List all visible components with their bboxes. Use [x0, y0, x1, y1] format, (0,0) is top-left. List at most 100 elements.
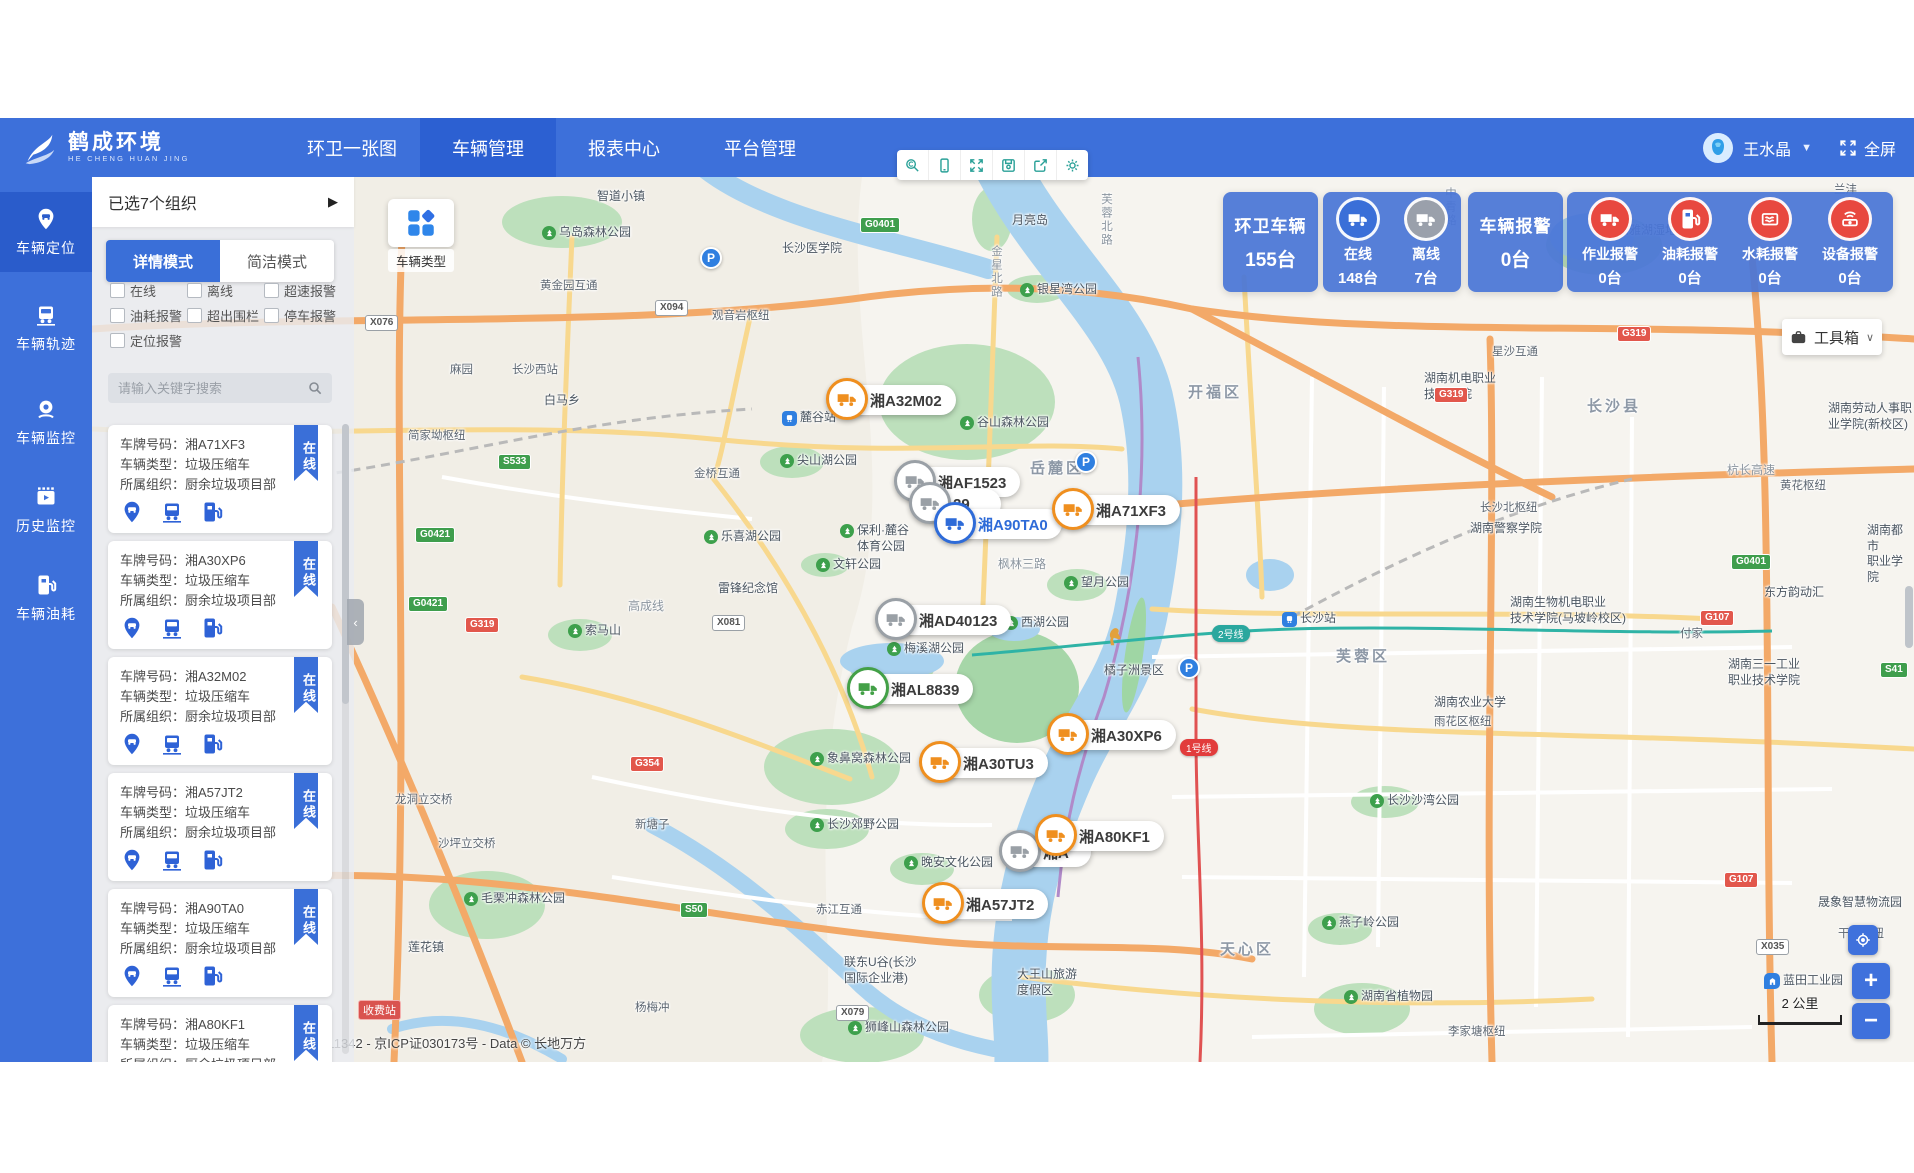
- locate-vehicle-button[interactable]: [120, 848, 144, 872]
- stat-alarm-0: 作业报警 0台: [1574, 197, 1646, 288]
- vehicle-card-4[interactable]: 车牌号码：湘A90TA0 车辆类型：垃圾压缩车 所属组织：厨余垃圾项目部 在线: [108, 889, 332, 997]
- road-shield: G0421: [415, 527, 455, 543]
- water-alarm-icon: [1748, 197, 1792, 241]
- vehicle-card-3[interactable]: 车牌号码：湘A57JT2 车辆类型：垃圾压缩车 所属组织：厨余垃圾项目部 在线: [108, 773, 332, 881]
- sidebar-item-2[interactable]: 车辆监控: [0, 382, 92, 462]
- truck-marker-icon: [826, 378, 868, 420]
- nav-item-0[interactable]: 环卫一张图: [284, 118, 420, 177]
- page-scrollbar-thumb[interactable]: [1905, 586, 1913, 648]
- sidebar-item-3[interactable]: 历史监控: [0, 470, 92, 550]
- track-vehicle-button[interactable]: [160, 616, 184, 640]
- filter-checkbox-4[interactable]: 超出围栏: [187, 306, 259, 325]
- vehicle-marker[interactable]: 湘A71XF3: [1058, 495, 1180, 525]
- park-icon: [960, 416, 974, 430]
- checkbox-icon[interactable]: [110, 283, 125, 298]
- filter-checkbox-5[interactable]: 停车报警: [264, 306, 336, 325]
- map-tool-save[interactable]: [993, 150, 1025, 180]
- vehicle-type-button[interactable]: 车辆类型: [388, 199, 454, 272]
- map-canvas[interactable]: 智道小镇乌岛森林公园长沙医学院月亮岛黄金园互通观音岩枢纽银星湾公园松雅湖湿地公园…: [92, 177, 1914, 1062]
- zoom-out-button[interactable]: −: [1852, 1003, 1890, 1039]
- vehicle-marker[interactable]: 湘A57JT2: [928, 889, 1048, 919]
- map-tool-share[interactable]: [1025, 150, 1057, 180]
- track-icon: [34, 303, 58, 327]
- locate-vehicle-button[interactable]: [120, 964, 144, 988]
- sidebar-item-0[interactable]: 车辆定位: [0, 192, 92, 272]
- fuel-icon: [34, 573, 58, 597]
- map-tool-magnifier[interactable]: [897, 150, 929, 180]
- filter-checkbox-6[interactable]: 定位报警: [110, 331, 182, 350]
- vehicle-marker[interactable]: 湘A32M02: [832, 385, 956, 415]
- user-name[interactable]: 王水晶: [1743, 136, 1791, 160]
- map-label: 湖南三一工业 职业技术学院: [1728, 657, 1800, 688]
- vehicle-marker[interactable]: 湘AD40123: [881, 605, 1011, 635]
- map-label: 望月公园: [1064, 575, 1129, 591]
- checkbox-icon[interactable]: [264, 283, 279, 298]
- vehicle-card-1[interactable]: 车牌号码：湘A30XP6 车辆类型：垃圾压缩车 所属组织：厨余垃圾项目部 在线: [108, 541, 332, 649]
- checkbox-icon[interactable]: [110, 308, 125, 323]
- checkbox-icon[interactable]: [110, 333, 125, 348]
- track-vehicle-button[interactable]: [160, 500, 184, 524]
- toolbox-button[interactable]: 工具箱 ∨: [1782, 319, 1882, 355]
- map-label: 观音岩枢纽: [712, 309, 770, 324]
- nav-item-1[interactable]: 车辆管理: [420, 118, 556, 177]
- fuel-vehicle-button[interactable]: [200, 732, 224, 756]
- zoom-in-button[interactable]: +: [1852, 963, 1890, 999]
- search-input[interactable]: [108, 381, 307, 396]
- vehicle-card-2[interactable]: 车牌号码：湘A32M02 车辆类型：垃圾压缩车 所属组织：厨余垃圾项目部 在线: [108, 657, 332, 765]
- vehicle-marker[interactable]: 湘A30TU3: [925, 748, 1048, 778]
- mode-tab-1[interactable]: 简洁模式: [220, 240, 334, 282]
- map-label: 乐喜湖公园: [704, 529, 781, 545]
- list-scrollbar: [342, 424, 349, 1054]
- park-icon: [1322, 916, 1336, 930]
- fuel-vehicle-button[interactable]: [200, 500, 224, 524]
- fuel-vehicle-button[interactable]: [200, 964, 224, 988]
- vehicle-card-0[interactable]: 车牌号码：湘A71XF3 车辆类型：垃圾压缩车 所属组织：厨余垃圾项目部 在线: [108, 425, 332, 533]
- mode-tab-0[interactable]: 详情模式: [106, 240, 220, 282]
- filter-checkbox-3[interactable]: 油耗报警: [110, 306, 182, 325]
- map-label: 湖南都市 职业学院: [1867, 523, 1914, 585]
- sidebar-item-1[interactable]: 车辆轨迹: [0, 288, 92, 368]
- map-tool-expand[interactable]: [961, 150, 993, 180]
- share-icon: [1032, 157, 1049, 174]
- vehicle-marker[interactable]: 湘A30XP6: [1053, 720, 1176, 750]
- map-tool-tablet[interactable]: [929, 150, 961, 180]
- nav-item-3[interactable]: 平台管理: [692, 118, 828, 177]
- fullscreen-button[interactable]: 全屏: [1838, 136, 1896, 160]
- track-vehicle-button[interactable]: [160, 848, 184, 872]
- fuel-vehicle-button[interactable]: [200, 616, 224, 640]
- video-icon: [34, 485, 58, 509]
- vehicle-marker[interactable]: 湘A80KF1: [1041, 821, 1164, 851]
- checkbox-icon[interactable]: [264, 308, 279, 323]
- map-label: 毛栗冲森林公园: [464, 891, 565, 907]
- road-shield: X079: [836, 1005, 869, 1021]
- park-icon: [904, 856, 918, 870]
- gear-icon: [1064, 157, 1081, 174]
- locate-vehicle-button[interactable]: [120, 500, 144, 524]
- locate-vehicle-button[interactable]: [120, 616, 144, 640]
- filter-checkbox-1[interactable]: 离线: [187, 281, 233, 300]
- vehicle-marker[interactable]: 湘A90TA0: [940, 509, 1062, 539]
- track-vehicle-button[interactable]: [160, 964, 184, 988]
- search-icon[interactable]: [307, 380, 323, 396]
- list-scrollbar-thumb[interactable]: [342, 424, 349, 704]
- vehicle-marker[interactable]: 湘AL8839: [853, 674, 973, 704]
- filter-checkbox-2[interactable]: 超速报警: [264, 281, 336, 300]
- org-selector[interactable]: 已选7个组织 ▶: [92, 177, 354, 227]
- locate-button[interactable]: [1848, 925, 1878, 955]
- fuel-vehicle-button[interactable]: [200, 848, 224, 872]
- track-vehicle-button[interactable]: [160, 732, 184, 756]
- filter-checkbox-0[interactable]: 在线: [110, 281, 156, 300]
- map-label: 保利·麓谷 体育公园: [840, 523, 909, 554]
- nav-item-2[interactable]: 报表中心: [556, 118, 692, 177]
- user-avatar[interactable]: [1703, 133, 1733, 163]
- checkbox-icon[interactable]: [187, 308, 202, 323]
- panel-collapse-button[interactable]: ‹: [347, 599, 364, 645]
- locate-vehicle-button[interactable]: [120, 732, 144, 756]
- user-menu-chevron-icon[interactable]: ▼: [1801, 142, 1812, 154]
- vehicle-card-5[interactable]: 车牌号码：湘A80KF1 车辆类型：垃圾压缩车 所属组织：厨余垃圾项目部 在线: [108, 1005, 332, 1062]
- map-label: 狮峰山森林公园: [848, 1020, 949, 1036]
- sidebar-item-4[interactable]: 车辆油耗: [0, 558, 92, 638]
- parking-icon: P: [1075, 451, 1097, 473]
- map-tool-gear[interactable]: [1057, 150, 1088, 180]
- checkbox-icon[interactable]: [187, 283, 202, 298]
